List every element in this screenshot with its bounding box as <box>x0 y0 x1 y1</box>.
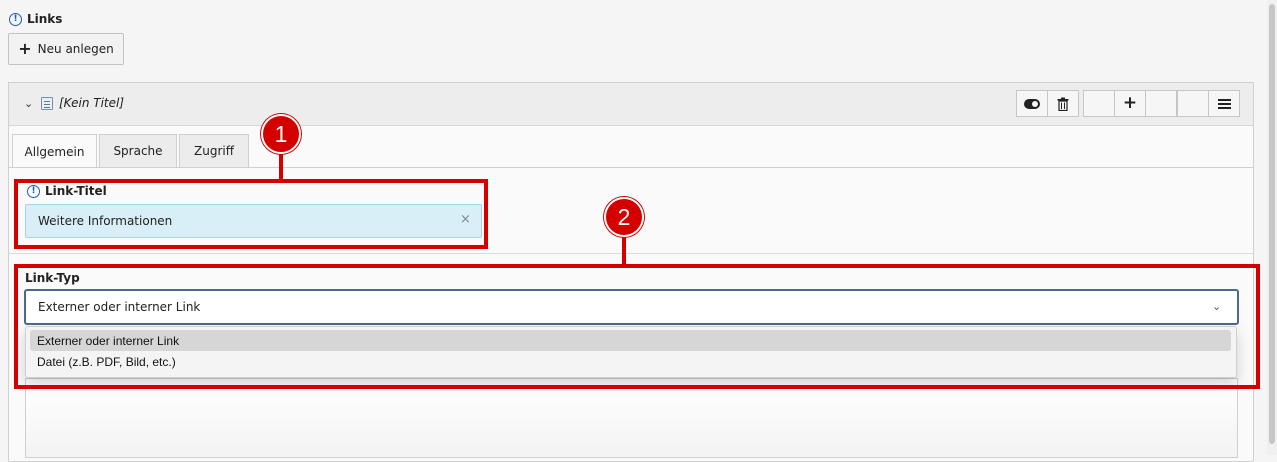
tab-sprache[interactable]: Sprache <box>99 134 177 167</box>
drag-handle-button[interactable] <box>1208 90 1240 117</box>
toggle-visibility-button[interactable] <box>1016 90 1048 117</box>
delete-button[interactable] <box>1047 90 1079 117</box>
chevron-down-icon[interactable]: ⌄ <box>24 97 33 110</box>
toolbar-empty-button[interactable] <box>1177 90 1209 117</box>
add-after-button[interactable]: + <box>1114 90 1146 117</box>
new-record-label: Neu anlegen <box>37 42 114 56</box>
annotation-box-2 <box>14 264 1260 389</box>
plus-icon: + <box>1122 93 1138 113</box>
tab-zugriff[interactable]: Zugriff <box>179 134 249 167</box>
next-field-box <box>25 378 1238 458</box>
section-title: Links <box>27 12 63 26</box>
page-scrollbar[interactable] <box>1267 0 1277 455</box>
menu-icon <box>1217 102 1231 105</box>
plus-icon: + <box>18 39 32 58</box>
annotation-marker-2: 2 <box>604 197 644 237</box>
tab-label: Zugriff <box>194 144 234 158</box>
info-circle-icon: ! <box>9 12 22 26</box>
tab-divider <box>9 167 1253 168</box>
tab-allgemein[interactable]: Allgemein <box>12 134 97 168</box>
tab-label: Sprache <box>113 144 163 158</box>
toggle-icon <box>1024 98 1040 109</box>
record-title[interactable]: [Kein Titel] <box>59 96 124 110</box>
annotation-box-1 <box>14 179 488 249</box>
annotation-line-2 <box>622 234 626 265</box>
annotation-line-1 <box>279 150 283 180</box>
record-icon <box>41 97 53 110</box>
field-divider <box>9 253 1253 254</box>
annotation-marker-1: 1 <box>261 114 301 154</box>
section-heading: ! Links <box>9 12 62 26</box>
new-record-button[interactable]: + Neu anlegen <box>8 33 124 65</box>
trash-icon <box>1057 97 1069 111</box>
toolbar-empty-button[interactable] <box>1083 90 1115 117</box>
scrollbar-thumb[interactable] <box>1269 4 1275 444</box>
tab-label: Allgemein <box>24 144 85 159</box>
toolbar-empty-button[interactable] <box>1145 90 1177 117</box>
